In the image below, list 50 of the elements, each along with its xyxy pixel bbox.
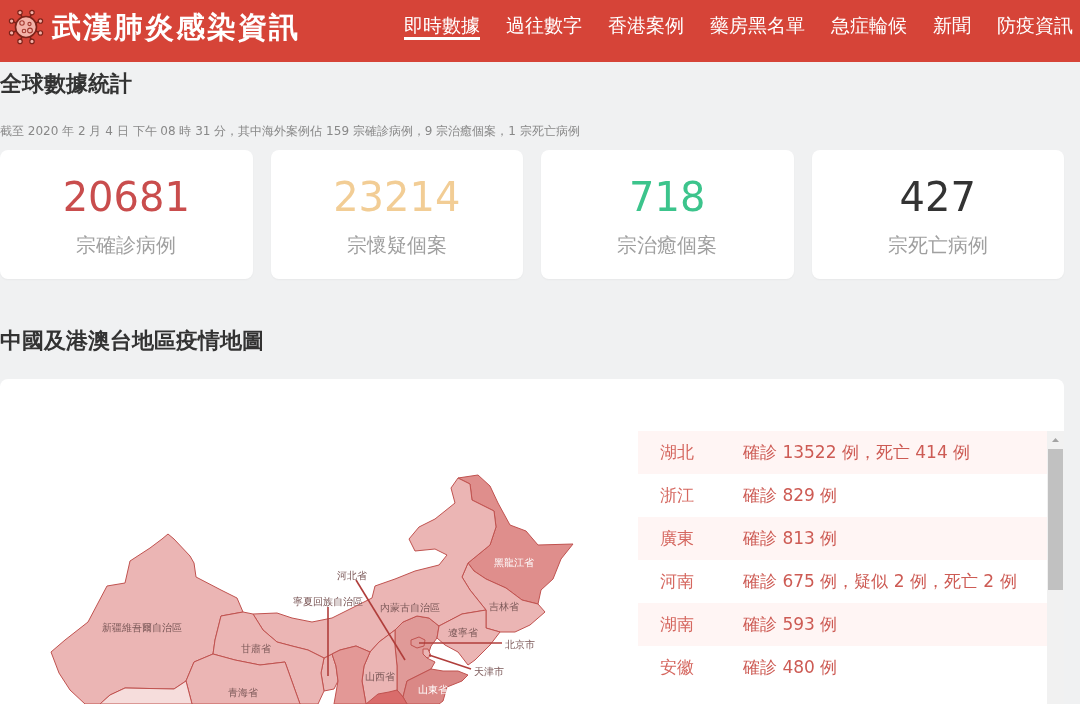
stat-label: 宗死亡病例 xyxy=(887,232,988,258)
scroll-up-icon[interactable] xyxy=(1052,438,1059,442)
case-count-text: 確診 813 例 xyxy=(743,527,838,550)
case-count-text: 確診 480 例 xyxy=(743,656,838,679)
scrollbar-thumb[interactable] xyxy=(1048,449,1063,590)
section-title: 全球數據統計 xyxy=(0,70,132,98)
nav-tab[interactable]: 即時數據 xyxy=(404,14,480,40)
leader-line xyxy=(428,654,472,670)
nav-tab[interactable]: 急症輪候 xyxy=(831,14,907,40)
stat-label: 宗懷疑個案 xyxy=(346,232,447,258)
map-label: 內蒙古自治區 xyxy=(380,601,440,613)
nav-tab[interactable]: 藥房黑名單 xyxy=(710,14,805,40)
map-label: 甘肅省 xyxy=(241,642,271,654)
scrollbar[interactable] xyxy=(1047,431,1064,704)
stat-number: 718 xyxy=(629,174,706,220)
update-note: 截至 2020 年 2 月 4 日 下午 08 時 31 分，其中海外案例佔 159 宗確診病例，9 宗治癒個案，1 宗死亡病例 xyxy=(0,123,581,139)
nav-tab[interactable]: 過往數字 xyxy=(506,14,582,40)
stat-label: 宗治癒個案 xyxy=(617,232,718,258)
virus-icon xyxy=(8,9,44,45)
case-count-text: 確診 13522 例，死亡 414 例 xyxy=(743,441,971,464)
case-count-text: 確診 829 例 xyxy=(743,484,838,507)
map-label: 吉林省 xyxy=(489,600,519,612)
province-name: 浙江 xyxy=(660,484,695,507)
nav-tab[interactable]: 新聞 xyxy=(933,14,971,40)
map-label: 遼寧省 xyxy=(448,626,478,638)
stat-number: 23214 xyxy=(333,174,461,220)
nav-tab[interactable]: 香港案例 xyxy=(608,14,684,40)
site-title: 武漢肺炎感染資訊 xyxy=(52,10,300,45)
map-label: 河北省 xyxy=(337,569,367,581)
leader-line xyxy=(327,606,329,677)
stat-number: 427 xyxy=(899,174,976,220)
map-label: 黑龍江省 xyxy=(494,556,534,568)
nav-tab[interactable]: 防疫資訊 xyxy=(997,14,1073,40)
province-name: 安徽 xyxy=(660,656,695,679)
map-label: 天津市 xyxy=(474,665,504,677)
case-count-text: 確診 593 例 xyxy=(743,613,838,636)
map-label: 新疆維吾爾自治區 xyxy=(102,621,182,633)
section-title: 中國及港澳台地區疫情地圖 xyxy=(0,327,264,355)
stat-number: 20681 xyxy=(62,174,190,220)
stat-label: 宗確診病例 xyxy=(76,232,177,258)
province-name: 湖南 xyxy=(660,613,695,636)
map-label: 青海省 xyxy=(228,686,258,698)
map-label: 山東省 xyxy=(418,683,448,695)
map-label: 北京市 xyxy=(505,638,535,650)
province-name: 湖北 xyxy=(660,441,695,464)
province-name: 廣東 xyxy=(660,527,695,550)
province-name: 河南 xyxy=(660,570,695,593)
map-label: 寧夏回族自治區 xyxy=(293,595,363,607)
map-label: 山西省 xyxy=(365,670,395,682)
case-count-text: 確診 675 例，疑似 2 例，死亡 2 例 xyxy=(743,570,1017,593)
